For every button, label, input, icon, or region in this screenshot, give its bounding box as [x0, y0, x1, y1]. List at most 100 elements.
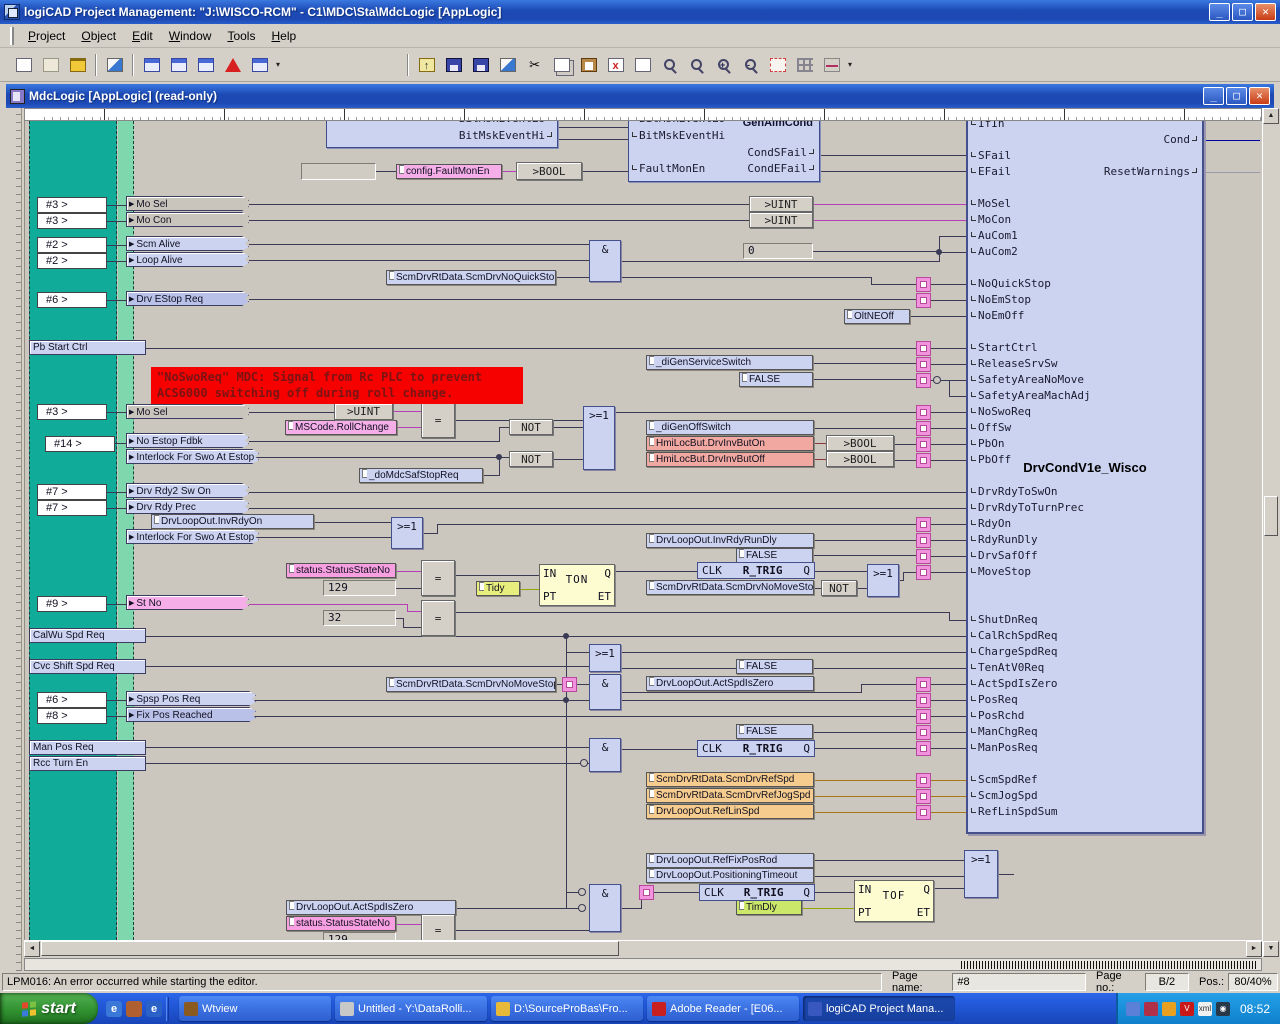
- fit-to-window-icon[interactable]: [765, 53, 790, 77]
- vertical-scrollbar[interactable]: ▲ ▼: [1262, 108, 1278, 957]
- conv-not[interactable]: NOT: [509, 419, 553, 435]
- quicklaunch-ie-icon[interactable]: e: [106, 1001, 122, 1017]
- rtag-drvloopout-reffixposrod[interactable]: DrvLoopOut.RefFixPosRod: [646, 853, 814, 868]
- signal-connector[interactable]: [916, 725, 931, 740]
- scroll-up-button[interactable]: ▲: [1263, 108, 1279, 124]
- page-ref-6[interactable]: #6 >: [37, 692, 107, 708]
- rtag-hmilocbut-drvinvbuton[interactable]: HmiLocBut.DrvInvButOn: [646, 436, 814, 451]
- page-ref-14[interactable]: #14 >: [45, 436, 115, 452]
- gate-blank[interactable]: &: [589, 884, 621, 932]
- page-ref-7[interactable]: #7 >: [37, 500, 107, 516]
- rtag-false[interactable]: FALSE: [736, 548, 813, 563]
- zoom-page-icon[interactable]: [684, 53, 709, 77]
- signal-connector[interactable]: [916, 773, 931, 788]
- signal-connector[interactable]: [916, 437, 931, 452]
- new-document-icon[interactable]: [11, 53, 36, 77]
- gate-blank[interactable]: &: [589, 240, 621, 282]
- rtag-oltneoff[interactable]: OltNEOff: [844, 309, 910, 324]
- zoom-out-icon[interactable]: -: [738, 53, 763, 77]
- tile-vertical-icon[interactable]: [166, 53, 191, 77]
- gate-1[interactable]: >=1: [964, 850, 998, 898]
- ptag-interlock-for-swo-at-estop[interactable]: Interlock For Swo At Estop: [126, 449, 259, 464]
- ltag-man-pos-req[interactable]: Man Pos Req: [29, 740, 146, 755]
- rtag-drvloopout-actspdiszero[interactable]: DrvLoopOut.ActSpdIsZero: [286, 900, 456, 915]
- tile-horizontal-icon[interactable]: [139, 53, 164, 77]
- rtag-config-faultmonen[interactable]: config.FaultMonEn: [396, 164, 502, 179]
- scroll-left-button[interactable]: ◄: [24, 941, 40, 957]
- signal-connector[interactable]: [562, 677, 577, 692]
- signal-connector[interactable]: [916, 293, 931, 308]
- new-window-icon[interactable]: [247, 53, 272, 77]
- signal-connector[interactable]: [916, 517, 931, 532]
- ptag-st-no[interactable]: St No: [126, 595, 249, 610]
- cascade-windows-icon[interactable]: [193, 53, 218, 77]
- rt-r-trig[interactable]: CLKR_TRIGQ: [699, 884, 815, 901]
- fb-ton[interactable]: INPTQETTON: [539, 564, 615, 606]
- ptag-spsp-pos-req[interactable]: Spsp Pos Req: [126, 691, 256, 706]
- signal-connector[interactable]: [916, 693, 931, 708]
- grid-icon[interactable]: [792, 53, 817, 77]
- rtag-hmilocbut-drvinvbutoff[interactable]: HmiLocBut.DrvInvButOff: [646, 452, 814, 467]
- conv-not[interactable]: NOT: [509, 451, 553, 467]
- ptag-interlock-for-swo-at-estop[interactable]: Interlock For Swo At Estop: [126, 529, 259, 544]
- tray-display-icon[interactable]: ◉: [1216, 1002, 1230, 1016]
- signal-connector[interactable]: [916, 405, 931, 420]
- menu-help[interactable]: Help: [263, 26, 304, 46]
- tray-update-icon[interactable]: [1126, 1002, 1140, 1016]
- menu-tools[interactable]: Tools: [219, 26, 263, 46]
- close-button[interactable]: ✕: [1255, 3, 1276, 21]
- menu-object[interactable]: Object: [73, 26, 124, 46]
- delete-object-icon[interactable]: x: [603, 53, 628, 77]
- signal-connector[interactable]: [916, 549, 931, 564]
- ptag-mo-sel[interactable]: Mo Sel: [126, 196, 249, 211]
- rtag-scmdrvrtdata-scmdrvrefjogspd[interactable]: ScmDrvRtData.ScmDrvRefJogSpd: [646, 788, 814, 803]
- page-ref-3[interactable]: #3 >: [37, 197, 107, 213]
- rtag-status-statusstateno[interactable]: status.StatusStateNo: [286, 916, 396, 931]
- rtag-digenoffswitch[interactable]: _diGenOffSwitch: [646, 420, 814, 435]
- ptag-no-estop-fdbk[interactable]: No Estop Fdbk: [126, 433, 249, 448]
- paste-icon[interactable]: [576, 53, 601, 77]
- scroll-right-button[interactable]: ►: [1246, 941, 1262, 957]
- save-icon[interactable]: [441, 53, 466, 77]
- quicklaunch-browser-icon[interactable]: e: [146, 1001, 162, 1017]
- toolbar-dropdown-caret[interactable]: ▾: [848, 60, 852, 69]
- ptag-drv-rdy2-sw-on[interactable]: Drv Rdy2 Sw On: [126, 483, 249, 498]
- main-titlebar[interactable]: logiCAD Project Management: "J:\WISCO-RC…: [0, 0, 1280, 24]
- signal-connector[interactable]: [916, 533, 931, 548]
- ptag-drv-rdy-prec[interactable]: Drv Rdy Prec: [126, 499, 249, 514]
- taskbar-task-logicad-project-mana[interactable]: logiCAD Project Mana...: [803, 996, 955, 1021]
- page-ref-8[interactable]: #8 >: [37, 708, 107, 724]
- gate-blank[interactable]: &: [589, 674, 621, 710]
- rtag-drvloopout-actspdiszero[interactable]: DrvLoopOut.ActSpdIsZero: [646, 676, 814, 691]
- signal-connector[interactable]: [639, 885, 654, 900]
- diagram-canvas[interactable]: #3 >#3 >#2 >#2 >#6 >#3 >#14 >#7 >#7 >#9 …: [24, 121, 1262, 940]
- menu-edit[interactable]: Edit: [124, 26, 161, 46]
- cut-icon[interactable]: [522, 53, 547, 77]
- rtag-drvloopout-reflinspd[interactable]: DrvLoopOut.RefLinSpd: [646, 804, 814, 819]
- conv-blank[interactable]: =: [421, 402, 455, 438]
- rtag-digenserviceswitch[interactable]: _diGenServiceSwitch: [646, 355, 813, 370]
- ptag-mo-con[interactable]: Mo Con: [126, 212, 249, 227]
- const-32[interactable]: 32: [323, 610, 396, 626]
- taskbar-task-d-sourceprobas-fro[interactable]: D:\SourceProBas\Fro...: [491, 996, 643, 1021]
- signal-connector[interactable]: [916, 709, 931, 724]
- tray-agent-icon[interactable]: [1144, 1002, 1158, 1016]
- open-folder-icon[interactable]: [65, 53, 90, 77]
- rtag-scmdrvrtdata-scmdrvnomovestop[interactable]: ScmDrvRtData.ScmDrvNoMoveStop: [646, 580, 814, 595]
- rtag-timdly[interactable]: TimDly: [736, 900, 802, 915]
- zoom-in-icon[interactable]: +: [711, 53, 736, 77]
- page-ref-9[interactable]: #9 >: [37, 596, 107, 612]
- ltag-rcc-turn-en[interactable]: Rcc Turn En: [29, 756, 146, 771]
- comment-box[interactable]: "NoSwoReq" MDC: Signal from Rc PLC to pr…: [151, 367, 523, 404]
- menu-window[interactable]: Window: [161, 26, 220, 46]
- conv-blank[interactable]: =: [421, 914, 455, 940]
- gate-1[interactable]: >=1: [589, 644, 621, 672]
- ltag-pb-start-ctrl[interactable]: Pb Start Ctrl: [29, 340, 146, 355]
- conv-blank[interactable]: =: [421, 560, 455, 596]
- child-maximize-button[interactable]: □: [1226, 87, 1247, 105]
- tray-xml-icon[interactable]: xml: [1198, 1002, 1212, 1016]
- page-ref-3[interactable]: #3 >: [37, 404, 107, 420]
- ltag-calwu-spd-req[interactable]: CalWu Spd Req: [29, 628, 146, 643]
- const-129[interactable]: 129: [323, 580, 396, 596]
- rtag-domdcsafstopreq[interactable]: _doMdcSafStopReq: [359, 468, 483, 483]
